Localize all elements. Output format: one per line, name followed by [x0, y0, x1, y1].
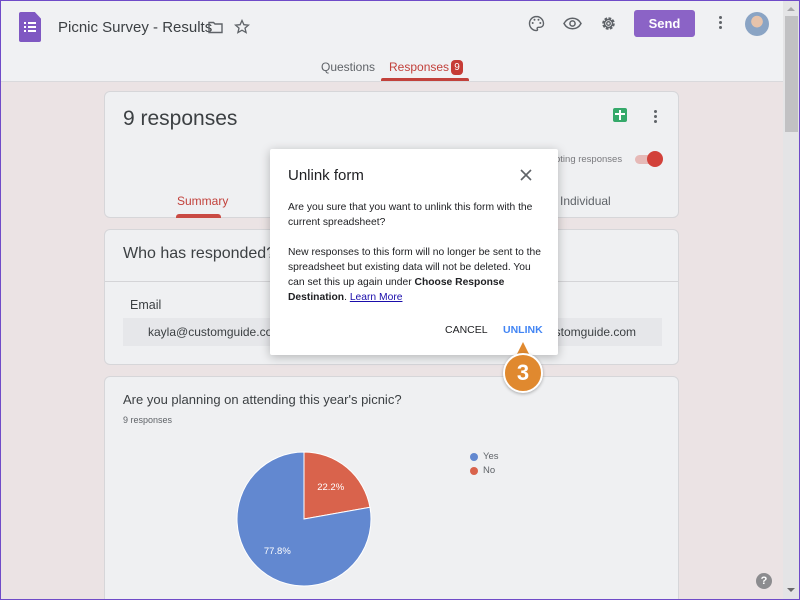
- legend-swatch-yes: [470, 452, 478, 461]
- close-icon[interactable]: [516, 165, 536, 185]
- send-button[interactable]: Send: [634, 10, 695, 37]
- legend-item-yes: Yes: [470, 451, 499, 462]
- scroll-down-arrow-icon[interactable]: [787, 588, 795, 592]
- dialog-title: Unlink form: [288, 167, 364, 184]
- toggle-knob[interactable]: [647, 151, 663, 167]
- page-scrollbar[interactable]: [783, 0, 799, 600]
- question-summary-card: Are you planning on attending this year'…: [104, 376, 679, 600]
- pie-label-no: 22.2%: [317, 482, 344, 493]
- legend-label-no: No: [483, 465, 496, 476]
- email-value-end: ustomguide.com: [548, 325, 637, 339]
- subtab-summary[interactable]: Summary: [177, 194, 228, 208]
- responses-count-title: 9 responses: [123, 107, 238, 130]
- unlink-form-dialog: Unlink form Are you sure that you want t…: [270, 149, 558, 355]
- email-label: Email: [130, 298, 162, 312]
- dialog-confirm-text: Are you sure that you want to unlink thi…: [288, 202, 533, 228]
- unlink-button[interactable]: UNLINK: [503, 324, 543, 336]
- pie-label-yes: 77.8%: [264, 546, 291, 557]
- scroll-up-arrow-icon[interactable]: [787, 7, 795, 11]
- document-title[interactable]: Picnic Survey - Results: [58, 19, 212, 36]
- preview-eye-icon[interactable]: [562, 14, 582, 32]
- subtab-indicator: [176, 214, 221, 218]
- dialog-body: Are you sure that you want to unlink thi…: [288, 200, 546, 320]
- legend-swatch-no: [470, 466, 478, 475]
- tab-responses[interactable]: Responses: [389, 60, 449, 74]
- learn-more-link[interactable]: Learn More: [350, 292, 403, 303]
- who-responded-title: Who has responded?: [123, 245, 276, 262]
- dialog-info-text: New responses to this form will no longe…: [288, 245, 546, 305]
- more-options-icon[interactable]: [654, 110, 658, 125]
- subtab-individual[interactable]: Individual: [560, 194, 611, 208]
- more-vert-icon[interactable]: [719, 16, 723, 31]
- settings-gear-icon[interactable]: [599, 14, 617, 32]
- active-tab-indicator: [381, 78, 469, 81]
- pie-chart: 22.2% 77.8%: [236, 451, 372, 587]
- star-icon[interactable]: [233, 18, 251, 36]
- legend-label-yes: Yes: [483, 451, 499, 462]
- responses-count-badge: 9: [451, 60, 463, 75]
- palette-icon[interactable]: [527, 14, 545, 32]
- folder-icon[interactable]: [206, 19, 224, 35]
- step-number: 3: [503, 353, 543, 393]
- app-header: Picnic Survey - Results Send Questions R…: [0, 0, 783, 82]
- forms-logo-icon[interactable]: [19, 12, 41, 42]
- scroll-thumb[interactable]: [785, 16, 798, 132]
- legend-item-no: No: [470, 465, 495, 476]
- accepting-responses-label: pting responses: [555, 154, 623, 165]
- email-value: kayla@customguide.com,: [148, 325, 286, 339]
- tab-questions[interactable]: Questions: [321, 60, 375, 74]
- help-icon[interactable]: ?: [756, 573, 772, 589]
- sheets-icon[interactable]: [613, 108, 627, 122]
- avatar[interactable]: [745, 12, 769, 36]
- cancel-button[interactable]: CANCEL: [445, 324, 488, 336]
